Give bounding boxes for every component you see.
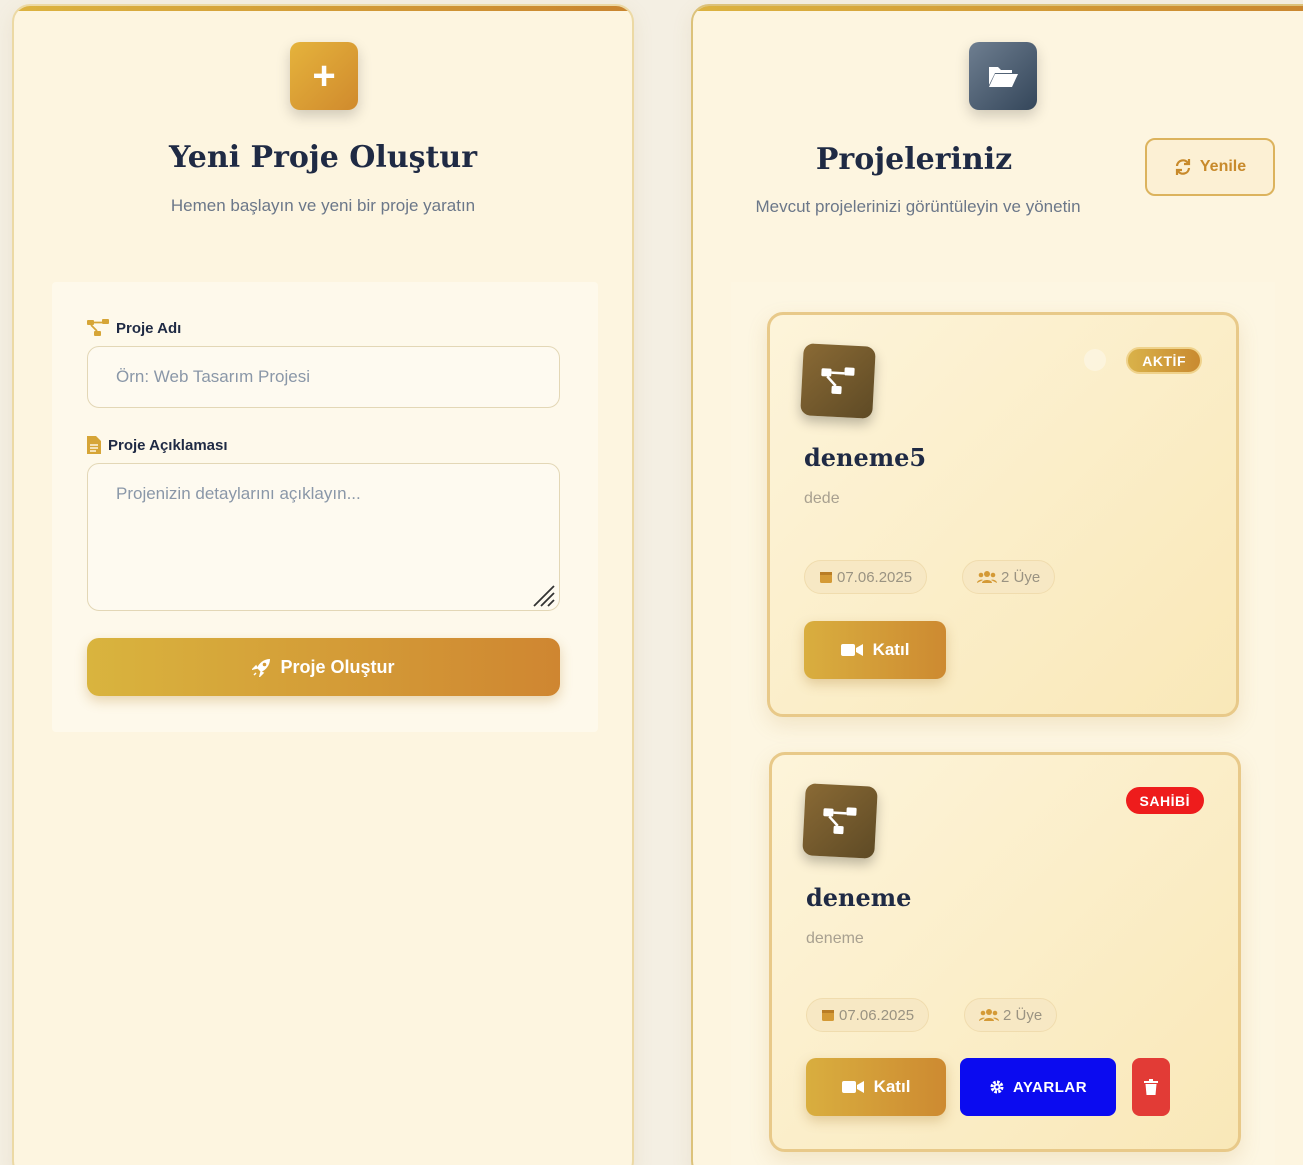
project-date-chip: 07.06.2025 (804, 560, 928, 594)
project-card[interactable]: SAHİBİ deneme deneme 07.06.2025 2 Üye Ka… (769, 752, 1241, 1152)
project-members-chip: 2 Üye (964, 998, 1058, 1032)
project-description-label-text: Proje Açıklaması (108, 436, 228, 454)
join-button-label: Katıl (872, 640, 910, 659)
folder-open-icon (969, 42, 1037, 110)
project-diagram-icon (800, 343, 876, 419)
project-members: 2 Üye (1001, 568, 1041, 586)
refresh-icon (1175, 159, 1190, 175)
join-button-label: Katıl (873, 1077, 911, 1096)
project-name-label-text: Proje Adı (116, 319, 182, 337)
create-project-panel: + Yeni Proje Oluştur Hemen başlayın ve y… (12, 4, 634, 1165)
refresh-button[interactable]: Yenile (1145, 138, 1275, 196)
project-members-chip: 2 Üye (962, 560, 1056, 594)
create-project-button[interactable]: Proje Oluştur (87, 638, 560, 696)
project-name: deneme (806, 883, 912, 912)
settings-button-label: AYARLAR (1012, 1078, 1088, 1096)
project-name-input[interactable] (87, 346, 560, 408)
project-card[interactable]: AKTİF deneme5 dede 07.06.2025 2 Üye Katı… (767, 312, 1239, 717)
users-icon (977, 571, 997, 583)
video-icon (840, 644, 863, 656)
projects-list: AKTİF deneme5 dede 07.06.2025 2 Üye Katı… (731, 282, 1275, 1165)
users-icon (979, 1009, 999, 1021)
create-panel-subtitle: Hemen başlayın ve yeni bir proje yaratın (170, 196, 476, 215)
project-description: dede (804, 490, 840, 507)
rocket-icon (252, 659, 271, 677)
settings-button[interactable]: AYARLAR (960, 1058, 1116, 1116)
calendar-icon (822, 1010, 834, 1021)
video-icon (841, 1081, 864, 1093)
owner-badge: SAHİBİ (1125, 787, 1204, 814)
gear-icon (990, 1080, 1004, 1094)
projects-panel: Projeleriniz Mevcut projelerinizi görünt… (691, 4, 1303, 1165)
join-button[interactable]: Katıl (806, 1058, 946, 1116)
project-description-input[interactable] (87, 463, 560, 611)
project-members: 2 Üye (1003, 1006, 1043, 1024)
project-date-chip: 07.06.2025 (806, 998, 930, 1032)
projects-panel-subtitle: Mevcut projelerinizi görüntüleyin ve yön… (755, 197, 1081, 216)
calendar-icon (820, 572, 832, 583)
project-date: 07.06.2025 (839, 1006, 915, 1024)
create-project-button-label: Proje Oluştur (280, 656, 395, 677)
decorative-glow (1084, 349, 1106, 371)
project-diagram-icon (802, 783, 878, 859)
create-project-form: Proje Adı Proje Açıklaması Proje Oluştur (52, 282, 598, 732)
project-name-label: Proje Adı (86, 318, 181, 338)
project-date: 07.06.2025 (837, 568, 913, 586)
file-icon (87, 436, 101, 454)
status-badge: AKTİF (1126, 347, 1202, 374)
trash-icon (1144, 1079, 1158, 1095)
project-description-label: Proje Açıklaması (86, 435, 228, 455)
refresh-button-label: Yenile (1199, 158, 1247, 175)
project-description: deneme (806, 930, 864, 947)
join-button[interactable]: Katıl (804, 621, 946, 679)
resize-grip-icon[interactable] (530, 582, 556, 608)
plus-icon: + (290, 42, 358, 110)
project-name: deneme5 (804, 443, 927, 472)
projects-panel-title: Projeleriniz (815, 142, 1013, 177)
project-diagram-icon (87, 319, 109, 336)
delete-button[interactable] (1132, 1058, 1170, 1116)
create-panel-title: Yeni Proje Oluştur (168, 140, 477, 175)
